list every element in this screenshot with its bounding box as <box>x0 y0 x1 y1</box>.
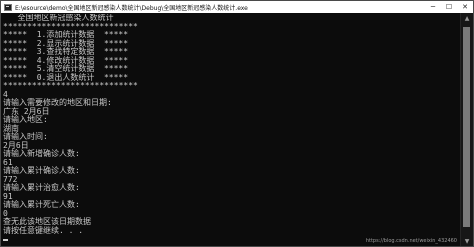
scrollbar-thumb[interactable] <box>463 27 470 227</box>
console-line: 请输入累计治愈人数: <box>3 183 80 192</box>
console-line: 广东 2月6日 <box>3 106 50 116</box>
console-icon <box>4 3 12 11</box>
console-line: 请输入累计确诊人数: <box>3 166 80 175</box>
window-title: E:\esource\demo\全国地区新冠感染人数统计\Debug\全国地区新… <box>15 4 248 12</box>
text-cursor <box>3 239 8 241</box>
scroll-up-arrow-icon[interactable]: ▲ <box>461 13 473 23</box>
console-line: **************************** <box>3 81 138 90</box>
console-line: 请输入累计死亡人数: <box>3 200 80 209</box>
console-line: 请输入地区: <box>3 115 48 124</box>
minimize-icon[interactable]: ─ <box>425 1 441 13</box>
close-icon[interactable]: ✕ <box>457 1 473 13</box>
vertical-scrollbar[interactable]: ▲ ▼ <box>460 13 473 246</box>
console-line: 请输入新增确诊人数: <box>3 149 80 158</box>
watermark: https://blog.csdn.net/weixin_432460 <box>365 238 457 244</box>
scroll-down-arrow-icon[interactable]: ▼ <box>461 236 473 246</box>
title-bar[interactable]: E:\esource\demo\全国地区新冠感染人数统计\Debug\全国地区新… <box>1 1 473 13</box>
console-line: 湖南 <box>3 123 19 133</box>
console-line: 请输入时间: <box>3 132 48 141</box>
console-output[interactable]: 全国地区新冠感染人数统计 ****************************… <box>3 14 459 246</box>
maximize-icon[interactable]: ☐ <box>441 1 457 13</box>
console-line: 请输入需要修改的地区和日期: <box>3 98 112 107</box>
console-window: E:\esource\demo\全国地区新冠感染人数统计\Debug\全国地区新… <box>0 0 474 247</box>
console-line: 请按任意键继续. . . <box>3 225 88 235</box>
